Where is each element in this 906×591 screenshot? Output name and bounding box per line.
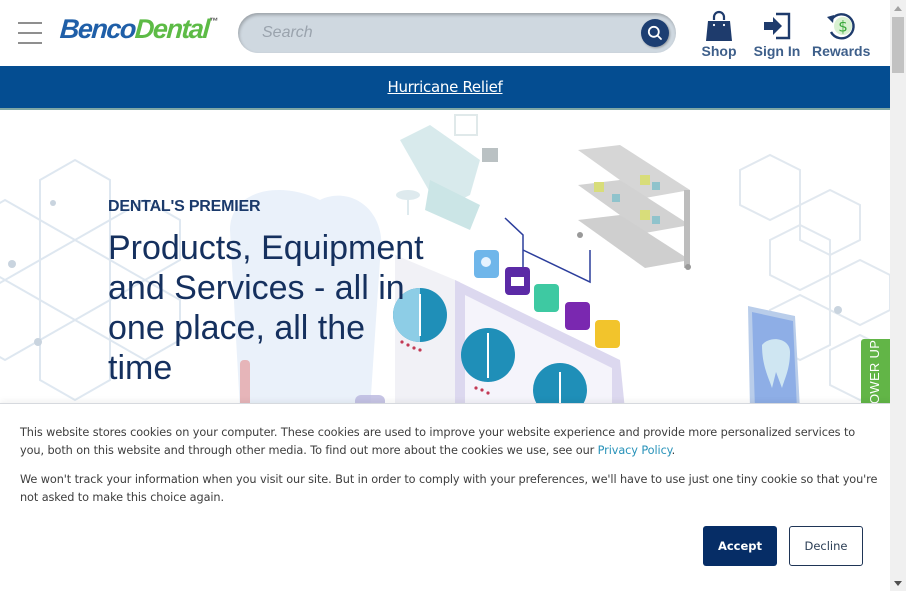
logo-benco-text: Benco bbox=[58, 14, 137, 44]
rewards-dollar-icon: $ bbox=[827, 13, 855, 40]
nav-rewards-label: Rewards bbox=[812, 43, 871, 59]
scroll-up-arrow-icon bbox=[894, 5, 902, 11]
accept-cookies-button[interactable]: Accept bbox=[703, 526, 777, 566]
hero-section: DENTAL'S PREMIER Products, Equipment and… bbox=[0, 110, 890, 410]
logo-dental-text: Dental bbox=[134, 14, 210, 44]
logo-trademark: ™ bbox=[208, 16, 219, 26]
nav-sign-in[interactable]: Sign In bbox=[753, 10, 801, 59]
hero-kicker: DENTAL'S PREMIER bbox=[108, 198, 261, 215]
cookie-notice-paragraph-2: We won't track your information when you… bbox=[20, 473, 878, 504]
shopping-bag-icon bbox=[706, 10, 732, 41]
privacy-policy-link[interactable]: Privacy Policy bbox=[598, 444, 672, 457]
nav-shop[interactable]: Shop bbox=[700, 10, 738, 59]
announcement-banner: Hurricane Relief bbox=[0, 66, 890, 110]
nav-shop-label: Shop bbox=[701, 43, 737, 59]
svg-text:$: $ bbox=[838, 18, 848, 36]
hero-title: Products, Equipment and Services - all i… bbox=[108, 229, 424, 387]
scroll-down-button[interactable] bbox=[890, 575, 906, 591]
cookie-notice-period: . bbox=[671, 444, 676, 457]
scroll-up-button[interactable] bbox=[890, 0, 906, 16]
supply-shelf-illustration bbox=[577, 145, 691, 270]
menu-hamburger-icon[interactable] bbox=[18, 22, 42, 44]
search-icon bbox=[647, 25, 662, 40]
page: BencoDental™ Shop bbox=[0, 0, 890, 591]
search-input[interactable] bbox=[262, 13, 642, 53]
dental-chair-illustration bbox=[396, 114, 498, 230]
power-up-side-tab[interactable]: POWER UP bbox=[861, 339, 890, 410]
vertical-scrollbar[interactable] bbox=[890, 0, 906, 591]
benco-dental-logo[interactable]: BencoDental™ bbox=[59, 14, 219, 45]
decline-cookies-button[interactable]: Decline bbox=[789, 526, 863, 566]
power-up-label: POWER UP bbox=[867, 339, 882, 410]
hurricane-relief-link[interactable]: Hurricane Relief bbox=[388, 78, 503, 96]
sign-in-icon bbox=[764, 12, 791, 40]
search-button[interactable] bbox=[641, 19, 669, 47]
cookie-notice-paragraph-1: This website stores cookies on your comp… bbox=[20, 424, 880, 460]
site-header: BencoDental™ Shop bbox=[0, 0, 890, 66]
nav-sign-in-label: Sign In bbox=[753, 43, 801, 59]
cookie-consent-banner: This website stores cookies on your comp… bbox=[0, 403, 890, 591]
xray-tablet-illustration bbox=[748, 306, 800, 410]
search-bar bbox=[238, 13, 676, 53]
nav-rewards[interactable]: $ Rewards bbox=[812, 10, 870, 59]
scrollbar-thumb[interactable] bbox=[892, 17, 904, 73]
cookie-notice-text: This website stores cookies on your comp… bbox=[20, 426, 856, 457]
scroll-down-arrow-icon bbox=[894, 580, 902, 586]
